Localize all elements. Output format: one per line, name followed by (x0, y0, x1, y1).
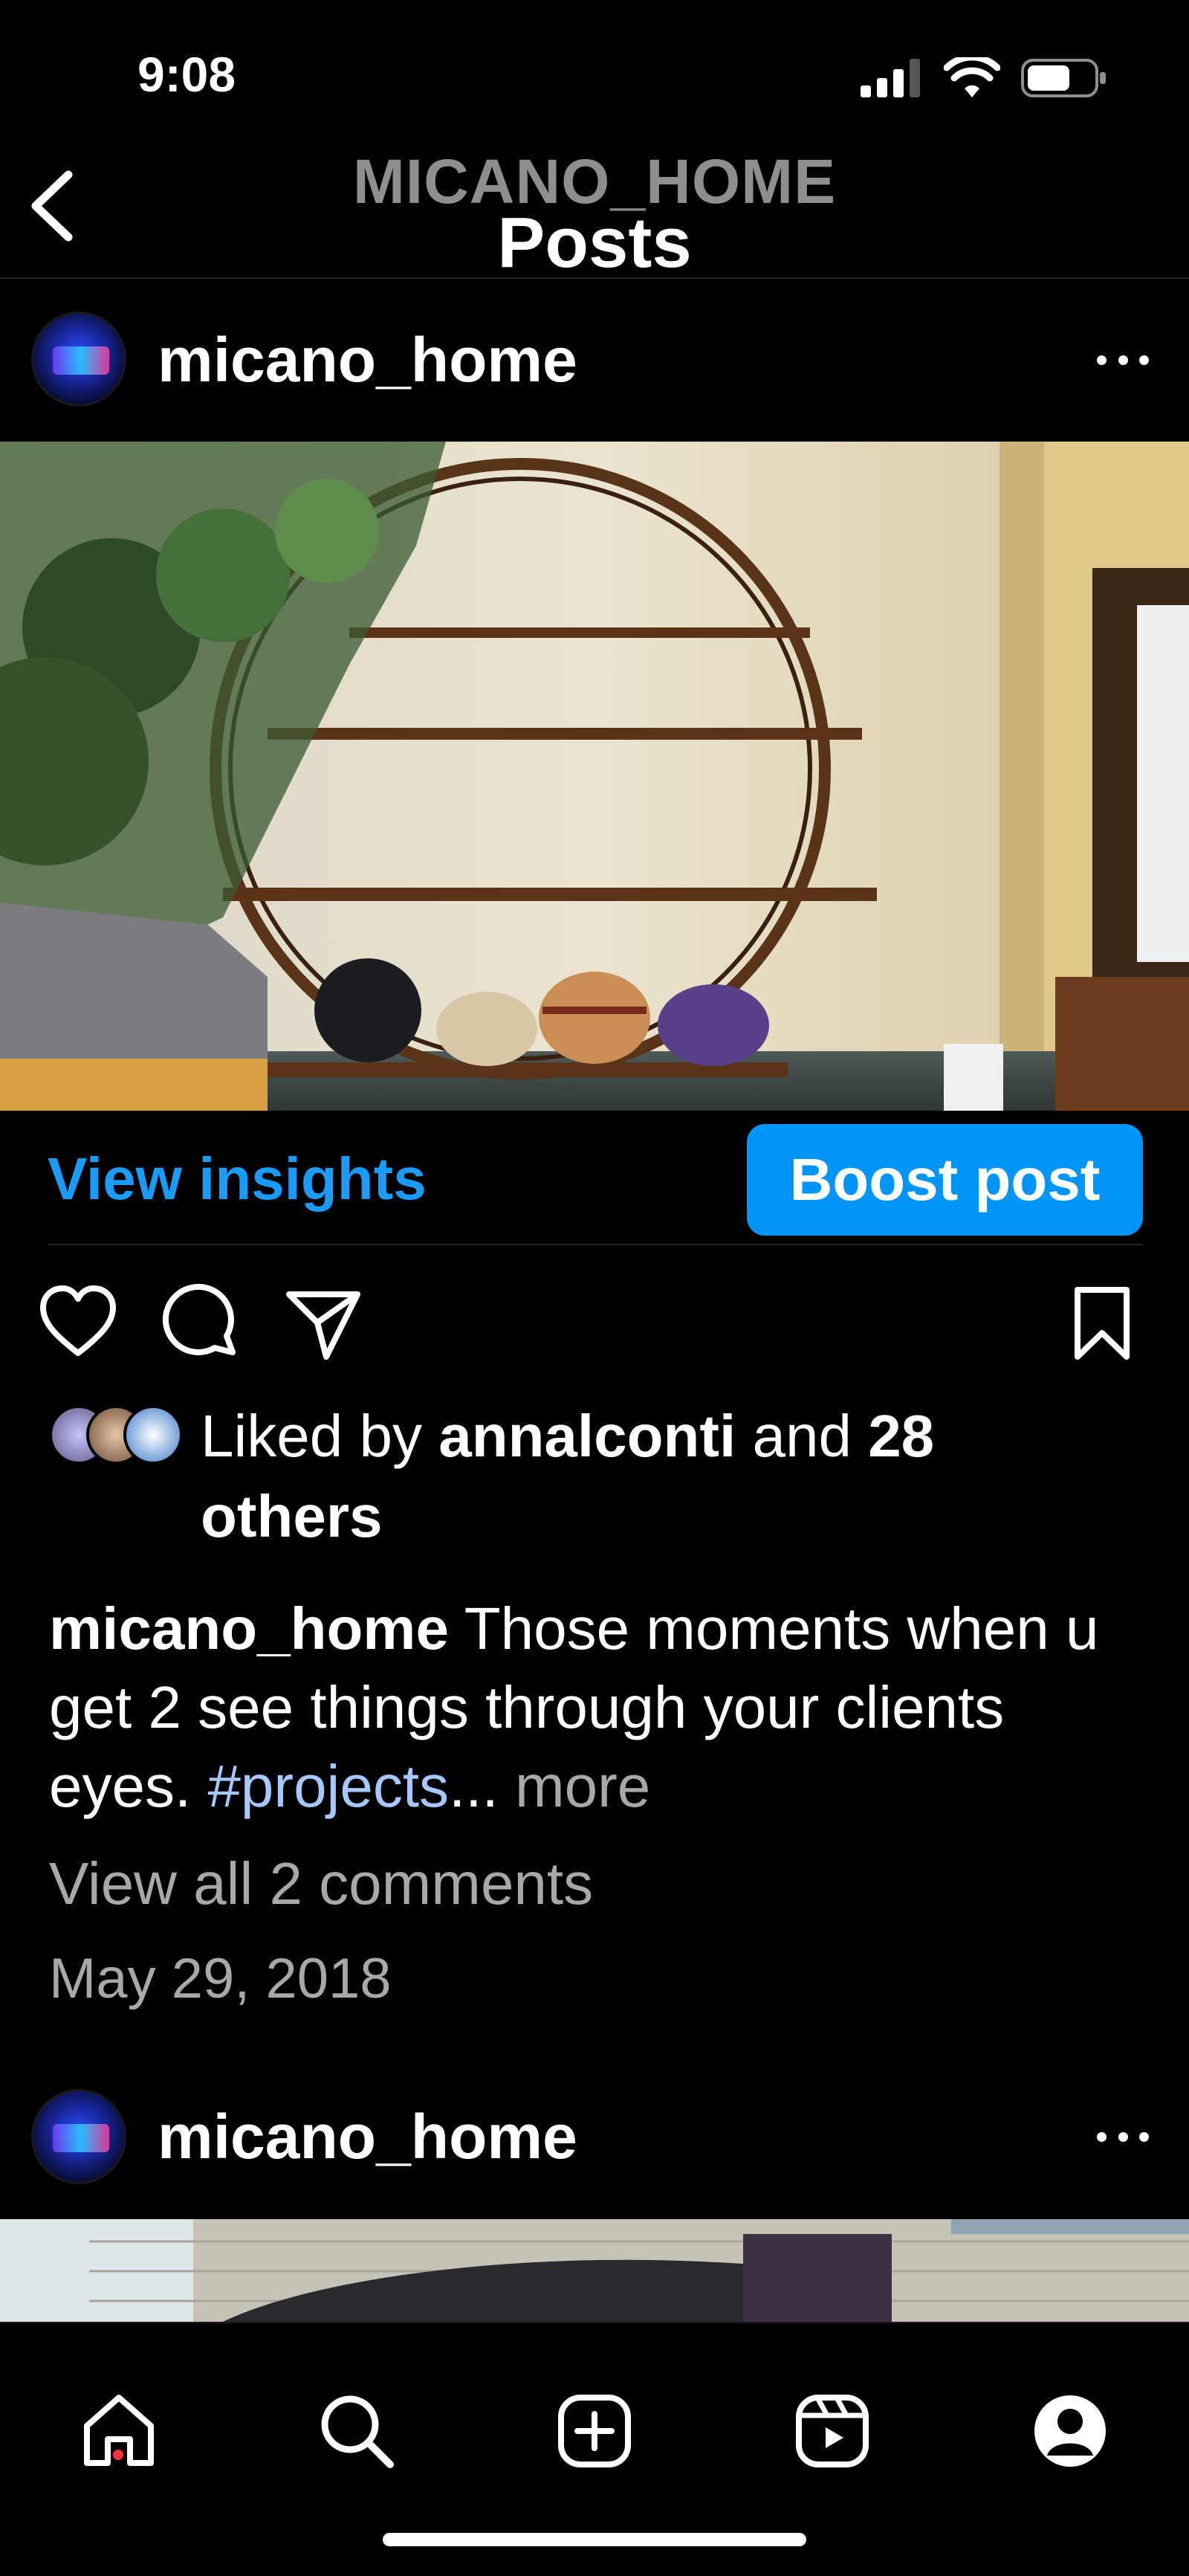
status-time: 9:08 (137, 47, 236, 102)
reels-icon (796, 2395, 869, 2467)
likes-others[interactable]: others (201, 1482, 383, 1551)
search-icon (321, 2395, 394, 2468)
status-icons (861, 52, 1107, 104)
save-button[interactable] (1061, 1282, 1143, 1364)
share-icon (286, 1291, 360, 1360)
post-caption: micano_home Those moments when u get 2 s… (49, 1589, 1156, 1826)
post-photo[interactable] (0, 2219, 1189, 2322)
likes-username[interactable]: annalconti (438, 1403, 736, 1469)
nav-profile[interactable] (1029, 2390, 1111, 2472)
home-indicator (383, 2533, 806, 2546)
likes-and: and (736, 1403, 869, 1469)
wifi-icon (944, 57, 1000, 97)
comment-button[interactable] (161, 1282, 243, 1364)
page-title: Posts (497, 203, 692, 283)
likes-prefix: Liked by (201, 1403, 439, 1469)
header-divider (0, 277, 1189, 279)
caption-hashtag[interactable]: #projects (207, 1753, 449, 1819)
post-author-username[interactable]: micano_home (158, 2101, 577, 2173)
signal-icon (861, 59, 920, 97)
profile-icon (1034, 2395, 1106, 2467)
caption-ellipsis: ... (449, 1753, 499, 1819)
round-shelf-photo (0, 442, 1189, 1111)
liker-avatars[interactable] (49, 1405, 183, 1465)
post-author-avatar[interactable] (31, 311, 126, 407)
nav-search[interactable] (316, 2390, 398, 2472)
notification-dot (113, 2450, 123, 2460)
share-button[interactable] (283, 1282, 365, 1364)
caption-more-link[interactable]: more (499, 1753, 650, 1819)
post-date: May 29, 2018 (49, 1947, 392, 2010)
likes-count: 28 (868, 1403, 935, 1469)
nav-create[interactable] (554, 2390, 635, 2472)
heart-icon (40, 1285, 116, 1356)
caption-username[interactable]: micano_home (49, 1595, 449, 1662)
post-author-avatar[interactable] (31, 2089, 126, 2184)
view-comments-link[interactable]: View all 2 comments (49, 1850, 593, 1918)
create-icon (558, 2395, 631, 2467)
liker-avatar (123, 1405, 183, 1465)
bookmark-icon (1075, 1287, 1130, 1360)
insights-divider (48, 1244, 1143, 1245)
comment-icon (162, 1283, 236, 1355)
post-author-username[interactable]: micano_home (158, 324, 577, 396)
battery-icon (1021, 59, 1106, 97)
more-options-icon[interactable] (1097, 2122, 1149, 2151)
more-options-icon[interactable] (1097, 345, 1149, 375)
likes-summary[interactable]: Liked by annalconti and 28 (201, 1402, 934, 1471)
nav-reels[interactable] (791, 2390, 873, 2472)
view-insights-link[interactable]: View insights (48, 1145, 427, 1213)
post-photo[interactable] (0, 442, 1189, 1111)
like-button[interactable] (37, 1282, 119, 1364)
boost-post-button[interactable]: Boost post (747, 1124, 1143, 1236)
building-photo (0, 2219, 1189, 2322)
